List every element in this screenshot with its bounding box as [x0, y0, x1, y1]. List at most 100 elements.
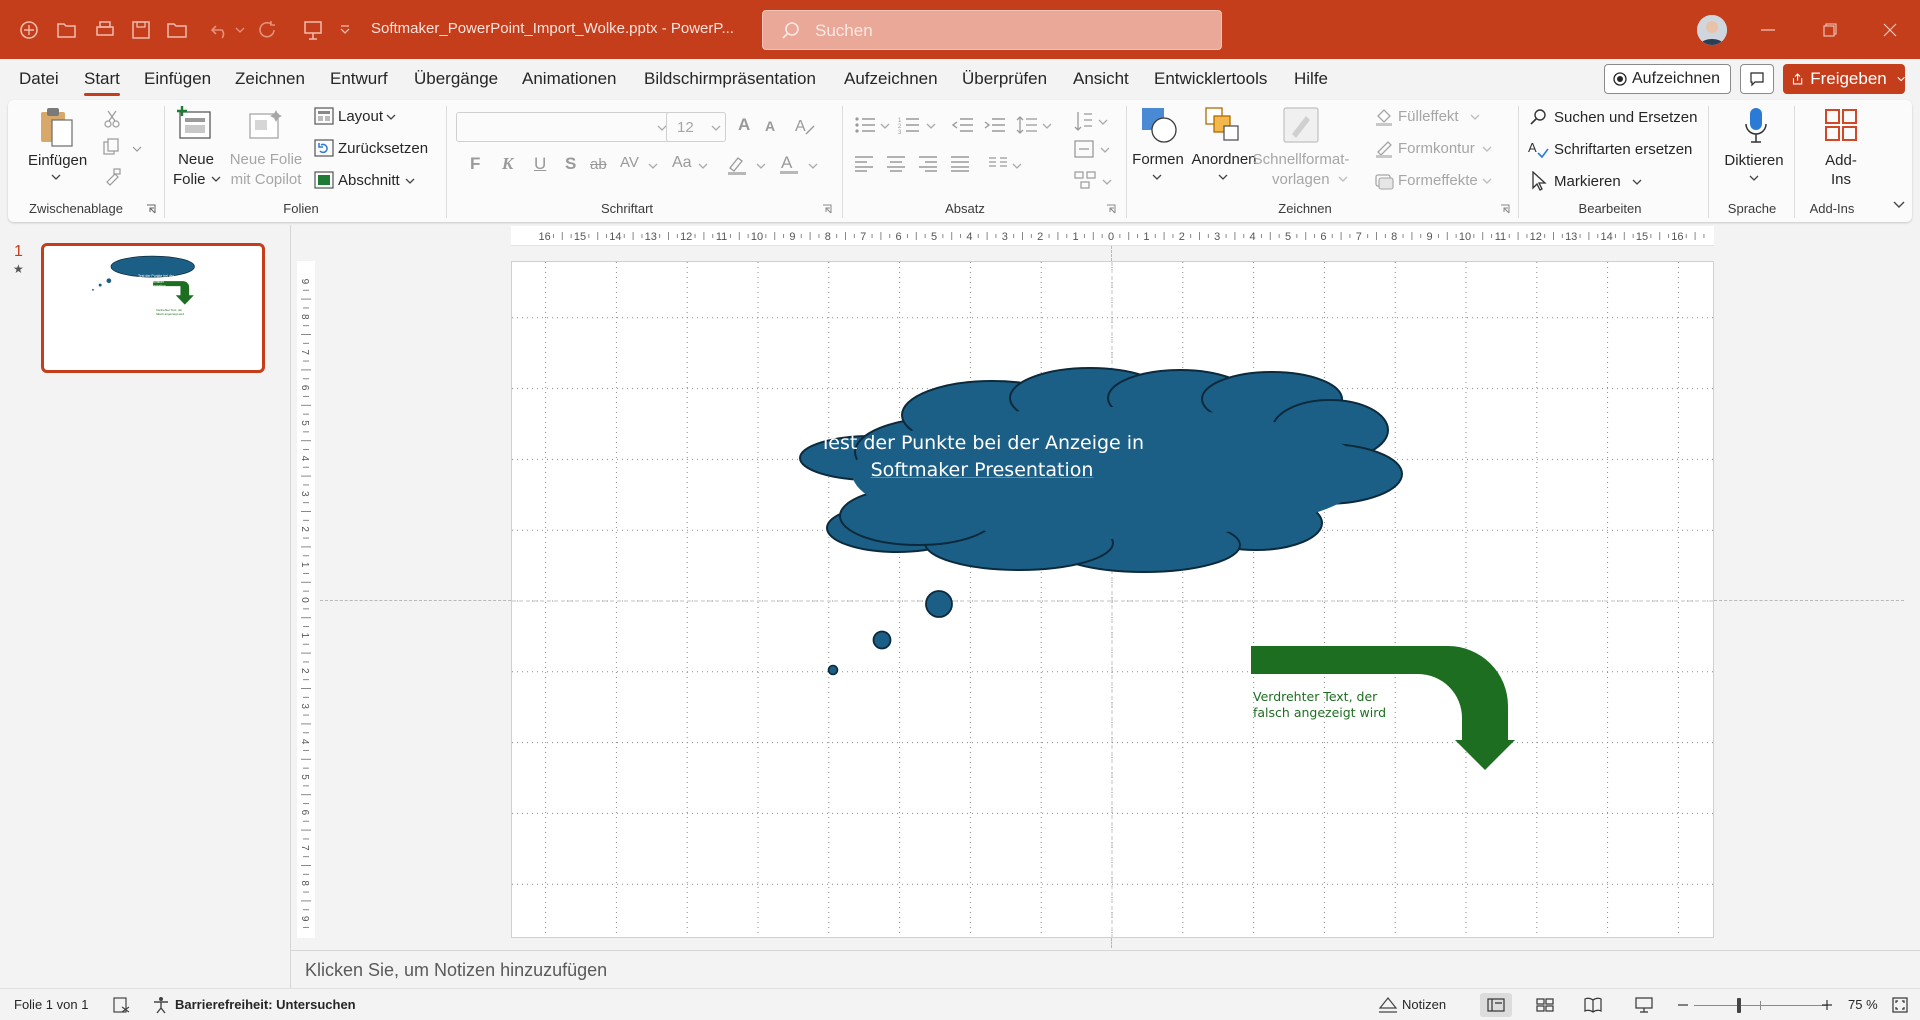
chevron-down-icon[interactable] [1012, 162, 1022, 170]
tab-ansicht[interactable]: Ansicht [1073, 69, 1129, 89]
add-ins-label-2[interactable]: Ins [1831, 170, 1851, 189]
chevron-down-icon[interactable] [1218, 173, 1228, 181]
tab-start[interactable]: Start [84, 69, 120, 89]
layout-icon[interactable] [314, 107, 334, 125]
chevron-down-icon[interactable] [1482, 177, 1492, 185]
chevron-down-icon[interactable] [926, 122, 936, 130]
open-icon[interactable] [54, 17, 80, 43]
search-icon[interactable] [1530, 108, 1548, 126]
new-slide-label-2[interactable]: Folie [173, 170, 206, 189]
italic-button[interactable]: K [502, 154, 513, 174]
add-ins-icon[interactable] [1824, 108, 1858, 142]
chevron-down-icon[interactable] [1470, 113, 1480, 121]
reset-label[interactable]: Zurücksetzen [338, 139, 428, 158]
paste-icon[interactable] [38, 106, 74, 148]
arrange-label[interactable]: Anordnen [1191, 150, 1256, 169]
zoom-slider[interactable] [1694, 1005, 1828, 1006]
shapes-label[interactable]: Formen [1132, 150, 1184, 169]
tab-aufzeichnen[interactable]: Aufzeichnen [844, 69, 938, 89]
tab-zeichnen[interactable]: Zeichnen [235, 69, 305, 89]
tab-uebergaenge[interactable]: Übergänge [414, 69, 498, 89]
chevron-down-icon[interactable] [211, 175, 221, 183]
text-direction-icon[interactable] [1074, 110, 1094, 134]
comments-button[interactable] [1740, 64, 1774, 94]
vertical-ruler[interactable]: 9 8 7 6 5 4 3 2 1 0 1 2 3 4 5 6 7 8 9 [297, 261, 315, 938]
thought-dot-large[interactable] [925, 590, 953, 618]
print-icon[interactable] [92, 17, 118, 43]
layout-label[interactable]: Layout [338, 107, 383, 126]
restore-icon[interactable] [1816, 16, 1844, 44]
cloud-text[interactable]: Test der Punkte bei der Anzeige in Softm… [812, 430, 1152, 484]
copy-icon[interactable] [103, 138, 123, 156]
shapes-icon[interactable] [1140, 106, 1180, 144]
slide-canvas[interactable]: Test der Punkte bei der Anzeige in Softm… [511, 261, 1714, 938]
search-box[interactable]: Suchen [762, 10, 1222, 50]
columns-icon[interactable] [988, 156, 1008, 172]
tab-entwicklertools[interactable]: Entwicklertools [1154, 69, 1267, 89]
chevron-down-icon[interactable] [1749, 174, 1759, 182]
dialog-launcher-icon[interactable] [1500, 204, 1510, 214]
numbering-icon[interactable]: 123 [898, 116, 920, 134]
shadow-button[interactable]: S [565, 154, 576, 174]
spellcheck-icon[interactable] [113, 997, 131, 1013]
present-icon[interactable] [300, 17, 326, 43]
zoom-slider-thumb[interactable] [1737, 998, 1741, 1013]
dictate-label[interactable]: Diktieren [1724, 151, 1783, 170]
chevron-down-icon[interactable] [1102, 178, 1112, 186]
grow-font-button[interactable]: A [738, 115, 750, 135]
smartart-icon[interactable] [1074, 170, 1098, 190]
outline-icon[interactable] [1374, 138, 1394, 158]
customize-qat-icon[interactable] [336, 17, 354, 43]
increase-indent-icon[interactable] [984, 116, 1006, 134]
chevron-down-icon[interactable] [1338, 175, 1348, 183]
dialog-launcher-icon[interactable] [1106, 204, 1116, 214]
slide-thumbnail-1[interactable]: Test der Punkte bei der Anzeige in Softm… [41, 243, 265, 373]
reading-view-icon[interactable] [1584, 997, 1602, 1013]
tab-bildschirmpraesentation[interactable]: Bildschirmpräsentation [644, 69, 816, 89]
zoom-level[interactable]: 75 % [1848, 997, 1878, 1012]
horizontal-guide-left[interactable] [320, 600, 511, 601]
copilot-slide-icon[interactable] [248, 110, 284, 142]
bold-button[interactable]: F [470, 154, 480, 174]
section-label[interactable]: Abschnitt [338, 171, 400, 190]
tab-animationen[interactable]: Animationen [522, 69, 617, 89]
effects-icon[interactable] [1374, 170, 1394, 190]
select-label[interactable]: Markieren [1554, 172, 1621, 191]
collapse-ribbon-icon[interactable] [1892, 200, 1906, 210]
align-right-icon[interactable] [918, 156, 938, 172]
record-button[interactable]: Aufzeichnen [1604, 64, 1731, 94]
align-text-icon[interactable] [1074, 140, 1096, 158]
section-icon[interactable] [314, 171, 334, 189]
cut-icon[interactable] [104, 110, 120, 128]
font-color-icon[interactable]: A [778, 152, 800, 176]
zoom-in-icon[interactable] [1822, 1000, 1832, 1010]
font-name-combo[interactable] [456, 112, 671, 142]
align-left-icon[interactable] [854, 156, 874, 172]
new-slide-label-1[interactable]: Neue [178, 150, 214, 169]
autosave-icon[interactable] [16, 17, 42, 43]
minimize-icon[interactable] [1754, 16, 1782, 44]
horizontal-ruler[interactable]: 16 15 14 13 12 11 10 9 8 7 6 5 4 3 2 1 0 1 2 3 4 5 6 7 8 9 10 11 12 1… [511, 226, 1714, 246]
fit-to-window-icon[interactable] [1892, 997, 1908, 1013]
clear-formatting-icon[interactable]: A [794, 114, 816, 136]
chevron-down-icon[interactable] [1482, 145, 1492, 153]
share-button[interactable]: Freigeben [1783, 64, 1905, 94]
char-spacing-button[interactable]: AV [620, 154, 639, 171]
slide-sorter-icon[interactable] [1536, 998, 1554, 1012]
font-size-combo[interactable]: 12 [666, 112, 726, 142]
tab-datei[interactable]: Datei [19, 69, 59, 89]
chevron-down-icon[interactable] [386, 113, 396, 121]
strikethrough-button[interactable]: ab [590, 156, 607, 173]
microphone-icon[interactable] [1743, 106, 1769, 146]
fill-icon[interactable] [1374, 106, 1394, 126]
chevron-down-icon[interactable] [1098, 118, 1108, 126]
reset-icon[interactable] [314, 139, 334, 157]
line-spacing-icon[interactable] [1016, 116, 1038, 134]
tab-ueberpruefen[interactable]: Überprüfen [962, 69, 1047, 89]
align-center-icon[interactable] [886, 156, 906, 172]
undo-icon[interactable] [208, 17, 234, 43]
arrow-text[interactable]: Verdrehter Text, der falsch angezeigt wi… [1253, 689, 1386, 721]
avatar[interactable] [1697, 15, 1727, 45]
chevron-down-icon[interactable] [1152, 173, 1162, 181]
replace-fonts-label[interactable]: Schriftarten ersetzen [1554, 140, 1692, 159]
